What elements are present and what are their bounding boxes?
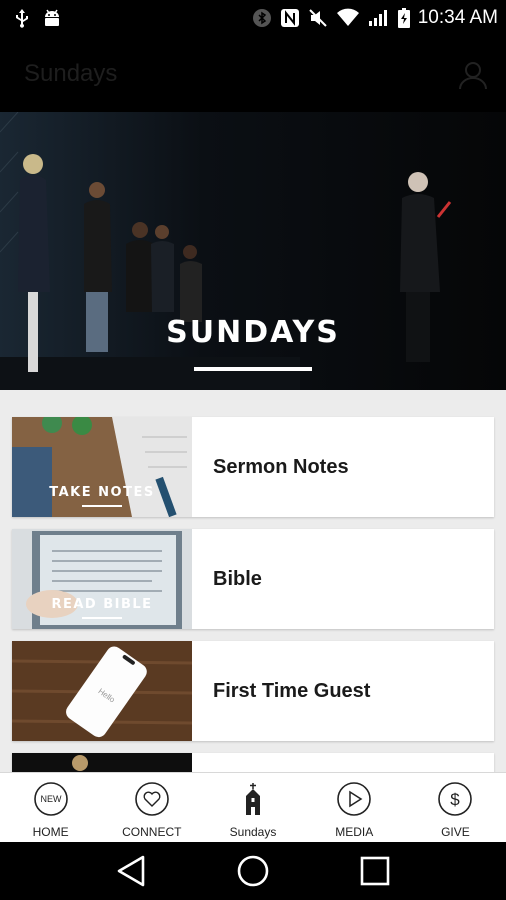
status-time: 10:34 AM [417, 7, 498, 28]
app-bar: Sundays [0, 36, 506, 112]
church-icon [246, 783, 260, 815]
svg-text:$: $ [451, 790, 461, 809]
bluetooth-icon [252, 8, 272, 28]
new-badge-text: NEW [40, 794, 62, 804]
list-item-bible[interactable]: READ BIBLE Bible [12, 529, 494, 629]
hero-underline [194, 367, 312, 371]
nav-label: GIVE [441, 825, 470, 839]
thumb-first-time-guest: Hello [12, 641, 192, 741]
nav-label: CONNECT [122, 825, 182, 839]
bottom-nav: NEW HOME CONNECT Sundays MEDIA $ GIVE [0, 772, 506, 842]
home-icon[interactable] [233, 851, 273, 891]
status-bar: 10:34 AM [0, 0, 506, 36]
play-icon [337, 782, 372, 816]
thumb-take-notes: TAKE NOTES [12, 417, 192, 517]
battery-icon [397, 8, 410, 28]
signal-icon [368, 8, 390, 28]
thumb-underline [82, 617, 122, 619]
system-nav-bar [0, 842, 506, 900]
thumb-caption: TAKE NOTES [49, 485, 155, 500]
heart-icon [134, 782, 169, 816]
thumb-partial [12, 753, 192, 772]
thumb-read-bible: READ BIBLE [12, 529, 192, 629]
nav-sundays[interactable]: Sundays [202, 773, 303, 842]
nav-home[interactable]: NEW HOME [0, 773, 101, 842]
list-item-sermon-notes[interactable]: TAKE NOTES Sermon Notes [12, 417, 494, 517]
hero-banner[interactable]: SUNDAYS [0, 112, 506, 390]
nfc-icon [280, 8, 300, 28]
thumb-underline [82, 505, 122, 507]
person-icon[interactable] [458, 60, 488, 90]
nav-connect[interactable]: CONNECT [101, 773, 202, 842]
mute-icon [308, 8, 328, 28]
recents-icon[interactable] [355, 851, 395, 891]
page-title: Sundays [24, 60, 118, 87]
content-list: TAKE NOTES Sermon Notes READ BIBLE Bible [0, 390, 506, 772]
list-item-first-time-guest[interactable]: Hello First Time Guest [12, 641, 494, 741]
back-icon[interactable] [111, 851, 151, 891]
wifi-icon [336, 8, 360, 28]
dollar-icon: $ [438, 782, 473, 816]
list-item-partial[interactable] [12, 753, 494, 772]
nav-media[interactable]: MEDIA [304, 773, 405, 842]
hero-title: SUNDAYS [166, 315, 340, 350]
nav-label: MEDIA [335, 825, 374, 839]
nav-give[interactable]: $ GIVE [405, 773, 506, 842]
list-item-label: First Time Guest [213, 679, 371, 702]
android-icon [42, 8, 62, 28]
list-item-label [192, 753, 213, 772]
list-item-label: Bible [213, 567, 262, 590]
new-badge-icon: NEW [33, 782, 68, 816]
list-item-label: Sermon Notes [213, 455, 349, 478]
thumb-caption: READ BIBLE [51, 597, 153, 612]
nav-label: HOME [32, 825, 69, 839]
nav-label: Sundays [229, 825, 277, 839]
usb-icon [14, 8, 30, 28]
